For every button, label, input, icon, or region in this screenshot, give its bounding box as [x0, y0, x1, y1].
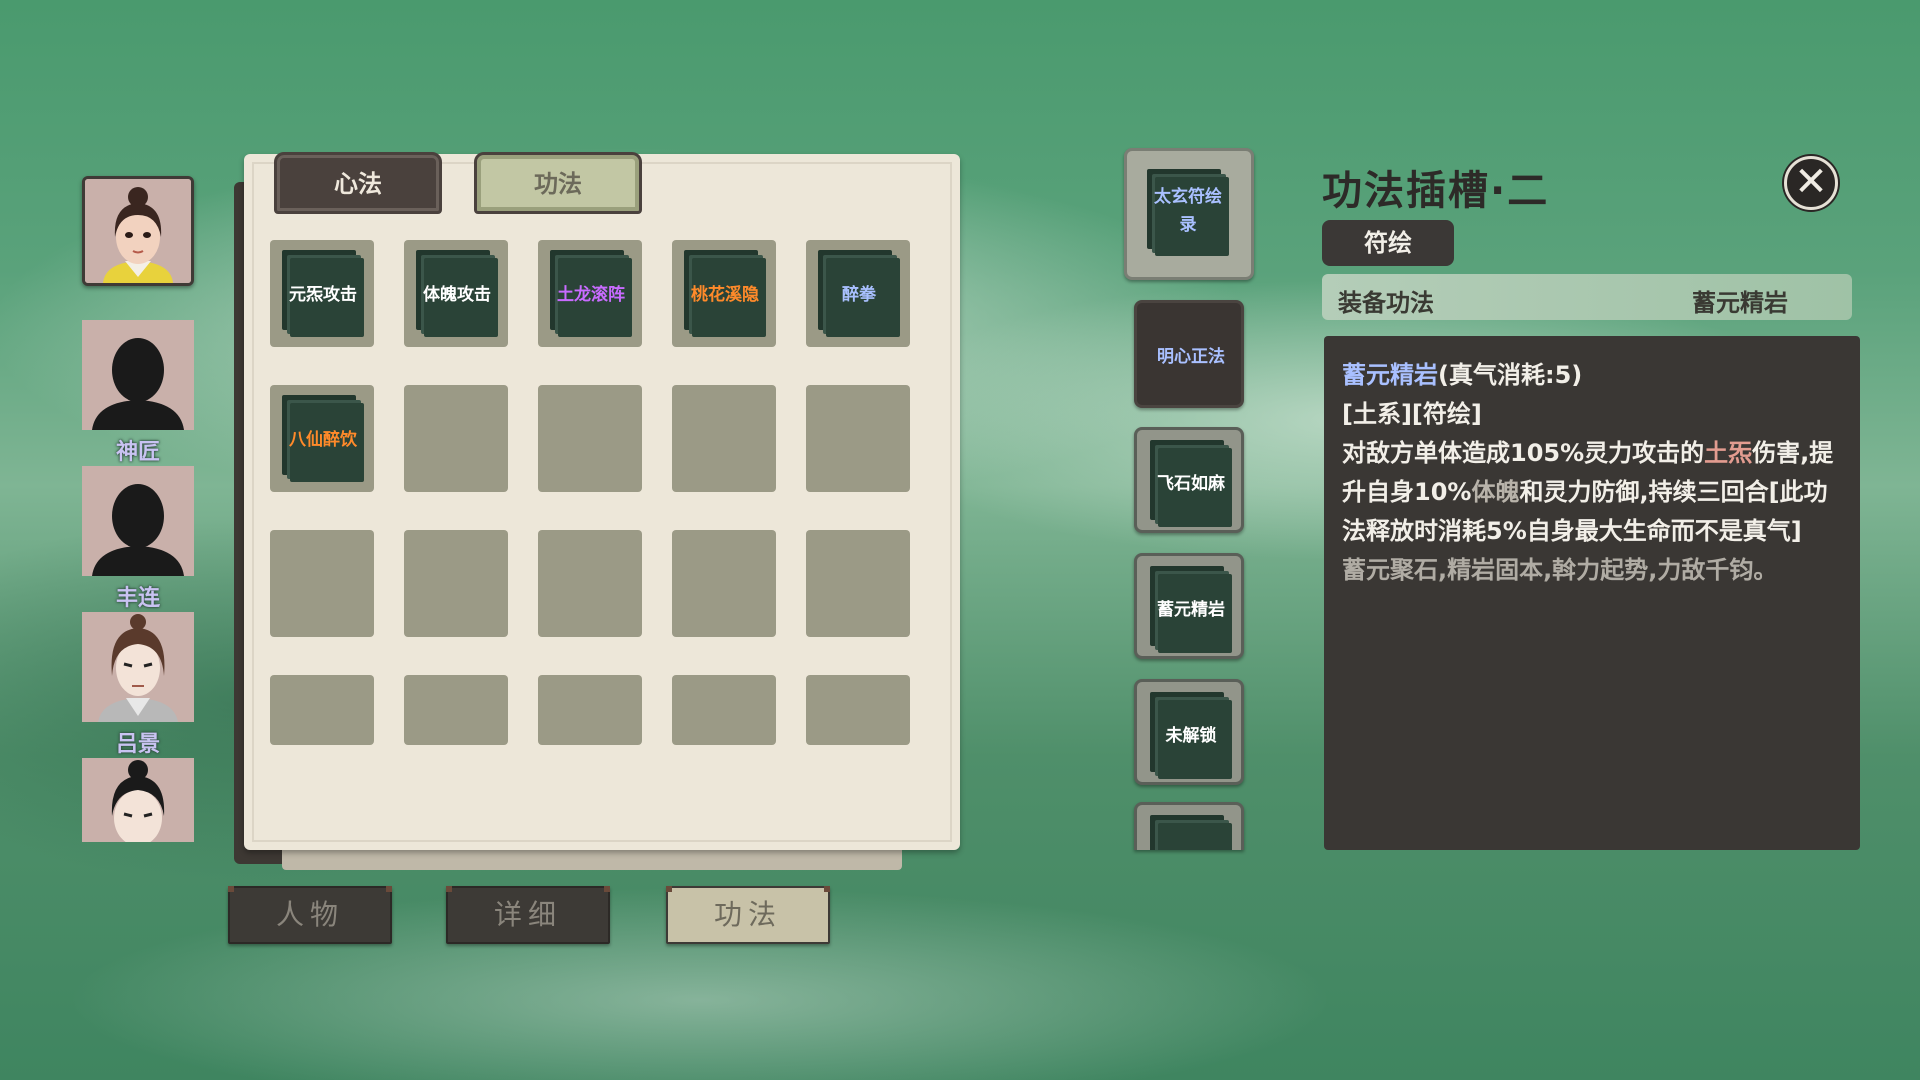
skill-card: 未解锁	[1150, 692, 1232, 779]
skill-name-line: 蓄元精岩(真气消耗:5)	[1342, 356, 1842, 395]
inventory-slot-empty[interactable]	[270, 530, 374, 637]
inventory-slot-empty[interactable]	[538, 385, 642, 492]
inventory-slot-empty[interactable]	[806, 385, 910, 492]
skill-slot[interactable]: 蓄元精岩	[1134, 553, 1244, 659]
close-button[interactable]: ✕	[1784, 156, 1838, 210]
detail-title: 功法插槽·二	[1322, 168, 1550, 214]
tab-gongfa[interactable]: 功法	[474, 152, 642, 214]
skill-name: 蓄元精岩	[1342, 361, 1438, 389]
character-slot[interactable]	[82, 758, 194, 842]
male-portrait-icon	[82, 612, 194, 722]
locked-silhouette-icon	[82, 320, 194, 430]
nav-character-button[interactable]: 人物	[228, 886, 392, 944]
inventory-slot[interactable]: 桃花溪隐	[672, 240, 776, 347]
skill-cost: (真气消耗:5)	[1438, 361, 1583, 389]
element-keyword: 土炁	[1704, 439, 1753, 467]
effect-text: 对敌方单体造成105%灵力攻击的	[1342, 439, 1705, 467]
avatar[interactable]	[82, 176, 194, 286]
close-icon: ✕	[1794, 159, 1828, 205]
nav-detail-button[interactable]: 详细	[446, 886, 610, 944]
flavor-text: 蓄元聚石,精岩固本,斡力起势,力敌千钧。	[1342, 556, 1778, 584]
male-portrait-icon	[82, 758, 194, 842]
skill-tags: [土系][符绘]	[1342, 400, 1482, 428]
equipped-skill-bar: 装备功法 蓄元精岩	[1322, 274, 1852, 320]
inventory-slot-empty[interactable]	[270, 675, 374, 745]
avatar[interactable]	[82, 466, 194, 576]
skill-card	[1150, 815, 1232, 850]
tab-xinfa[interactable]: 心法	[274, 152, 442, 214]
skill-card: 桃花溪隐	[684, 250, 766, 337]
inventory-slot[interactable]: 八仙醉饮	[270, 385, 374, 492]
avatar[interactable]	[82, 612, 194, 722]
skill-description: 蓄元精岩(真气消耗:5) [土系][符绘] 对敌方单体造成105%灵力攻击的土炁…	[1324, 336, 1860, 850]
skill-slot-label-line: 飞石如麻	[1157, 474, 1225, 494]
skill-card-label: 八仙醉饮	[289, 430, 357, 450]
skill-slot[interactable]: 飞石如麻	[1134, 427, 1244, 533]
character-slot[interactable]	[82, 176, 194, 286]
character-name: 吕景	[115, 732, 160, 757]
card-front	[1158, 823, 1232, 850]
equip-value: 蓄元精岩	[1692, 289, 1788, 317]
inventory-slot[interactable]: 土龙滚阵	[538, 240, 642, 347]
stat-keyword: 体魄	[1471, 478, 1520, 506]
skill-card: 土龙滚阵	[550, 250, 632, 337]
character-slot[interactable]: 神匠	[82, 320, 194, 465]
character-slot[interactable]: 丰连	[82, 466, 194, 611]
skill-card: 醉拳	[818, 250, 900, 337]
inventory-slot[interactable]: 体魄攻击	[404, 240, 508, 347]
inventory-slot-empty[interactable]	[672, 675, 776, 745]
skill-slot[interactable]: 太玄符绘录	[1124, 148, 1254, 280]
skill-slot[interactable]: 未解锁	[1134, 679, 1244, 785]
female-portrait-icon	[85, 179, 191, 283]
inventory-slot-empty[interactable]	[404, 530, 508, 637]
inventory-slot-empty[interactable]	[672, 385, 776, 492]
skill-card-label: 醉拳	[842, 285, 876, 305]
skill-slot-label: 太玄符绘录	[1141, 183, 1235, 239]
skill-card: 飞石如麻	[1150, 440, 1232, 527]
skill-slot-label: 飞石如麻	[1144, 470, 1238, 498]
skill-slot-label: 蓄元精岩	[1144, 596, 1238, 624]
skill-card: 八仙醉饮	[282, 395, 364, 482]
skill-slot-label-line: 录	[1179, 215, 1197, 235]
skill-effect: 对敌方单体造成105%灵力攻击的土炁伤害,提升自身10%体魄和灵力防御,持续三回…	[1342, 434, 1842, 551]
inventory-slot-empty[interactable]	[806, 530, 910, 637]
nav-skill-button[interactable]: 功法	[666, 886, 830, 944]
skill-card: 太玄符绘录	[1147, 169, 1229, 256]
equip-label: 装备功法	[1338, 289, 1434, 317]
skill-slot-label-line: 未解锁	[1165, 726, 1217, 746]
skill-card: 蓄元精岩	[1150, 566, 1232, 653]
inventory-slot-empty[interactable]	[806, 675, 910, 745]
type-badge: 符绘	[1322, 220, 1454, 266]
skill-card: 元炁攻击	[282, 250, 364, 337]
skill-card: 体魄攻击	[416, 250, 498, 337]
skill-slot-label-line: 蓄元精岩	[1157, 600, 1225, 620]
skill-card-label: 体魄攻击	[423, 285, 491, 305]
locked-silhouette-icon	[82, 466, 194, 576]
skill-slot-label: 明心正法	[1144, 343, 1238, 371]
character-name: 神匠	[115, 440, 160, 465]
inventory-slot-empty[interactable]	[672, 530, 776, 637]
inventory-slot[interactable]: 元炁攻击	[270, 240, 374, 347]
avatar[interactable]	[82, 320, 194, 430]
inventory-slot-empty[interactable]	[404, 385, 508, 492]
skill-slot-label-line: 太玄符绘	[1154, 187, 1222, 207]
skill-slot-label-line: 明心正法	[1157, 347, 1225, 367]
skill-card-label: 桃花溪隐	[691, 285, 759, 305]
skill-card-label: 元炁攻击	[289, 285, 357, 305]
skill-card-label: 土龙滚阵	[557, 285, 625, 305]
skill-slot-partial[interactable]	[1134, 802, 1244, 850]
inventory-slot-empty[interactable]	[538, 675, 642, 745]
character-slot[interactable]: 吕景	[82, 612, 194, 757]
avatar[interactable]	[82, 758, 194, 842]
skill-slot-label: 未解锁	[1144, 722, 1238, 750]
inventory-slot[interactable]: 醉拳	[806, 240, 910, 347]
inventory-slot-empty[interactable]	[404, 675, 508, 745]
skill-card: 明心正法	[1150, 313, 1232, 400]
skill-slot[interactable]: 明心正法	[1134, 300, 1244, 408]
character-name: 丰连	[115, 586, 160, 611]
inventory-slot-empty[interactable]	[538, 530, 642, 637]
